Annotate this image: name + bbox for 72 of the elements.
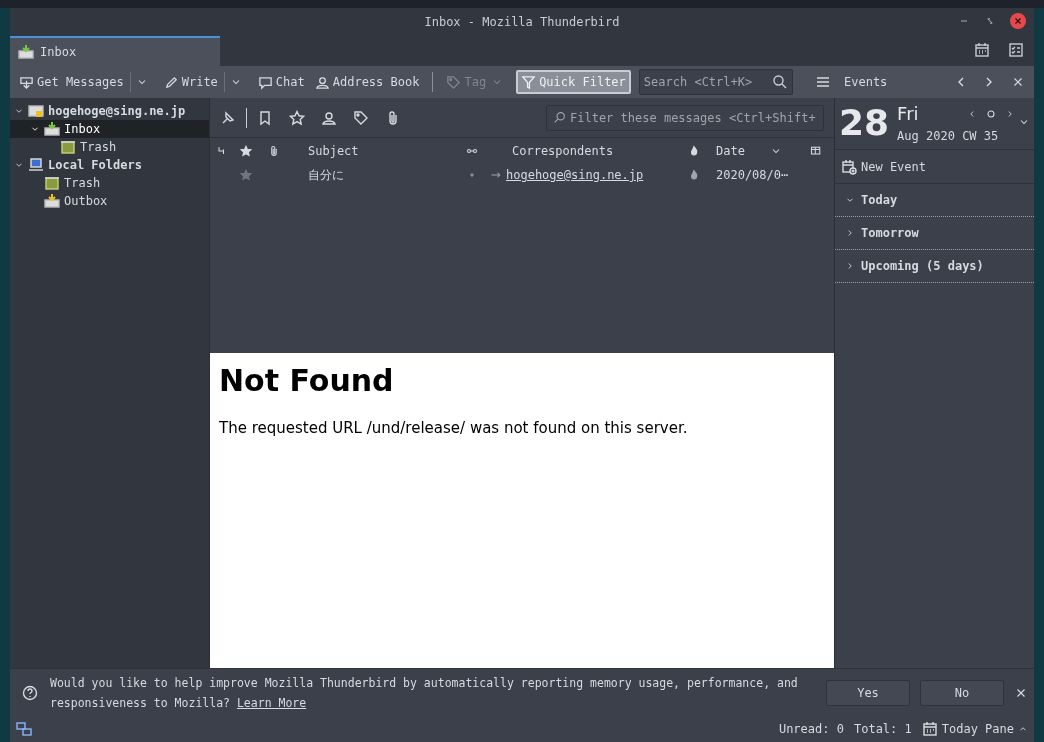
- search-icon: [553, 111, 566, 124]
- agenda-section[interactable]: Tomorrow: [835, 217, 1034, 250]
- folder-item[interactable]: Local Folders: [10, 156, 209, 174]
- agenda-section[interactable]: Upcoming (5 days): [835, 250, 1034, 283]
- date-cell-text: 2020/08/0⋯: [716, 167, 789, 184]
- learn-more-link[interactable]: Learn More: [236, 695, 307, 710]
- toolbar-button[interactable]: Address Book: [311, 70, 423, 94]
- notification-text: Would you like to help improve Mozilla Thunderbird by automatically reporting memory usage, performance, and responsiveness to Mozilla? Learn More: [50, 674, 799, 712]
- agenda-section[interactable]: Today: [835, 184, 1034, 217]
- outbox-icon: [44, 193, 60, 209]
- toolbar-button[interactable]: Chat: [254, 70, 308, 94]
- tasks-icon[interactable]: [1008, 42, 1024, 58]
- folder-item[interactable]: hogehoge@sing.ne.jp: [10, 102, 209, 120]
- search-field[interactable]: Search <Ctrl+K>: [638, 69, 793, 95]
- contact-icon[interactable]: [321, 109, 337, 126]
- window-title: Inbox - Mozilla Thunderbird: [424, 14, 620, 31]
- total-count: Total: 1: [853, 721, 912, 738]
- day-number: 28: [839, 104, 890, 142]
- calendar-icon: [921, 721, 938, 737]
- filter-placeholder: Filter these messages <Ctrl+Shift+: [570, 109, 816, 127]
- star-icon[interactable]: [240, 169, 252, 181]
- folder-item[interactable]: Trash: [10, 138, 209, 156]
- menu-icon[interactable]: [814, 74, 831, 90]
- tag-icon: [446, 74, 462, 90]
- weekday: Fri: [897, 104, 920, 124]
- tag-icon[interactable]: [353, 109, 369, 126]
- pencil-icon: [163, 74, 179, 90]
- toolbar-button[interactable]: Get Messages: [16, 70, 151, 94]
- notification-button[interactable]: Yes: [826, 679, 910, 706]
- tab[interactable]: Inbox: [10, 36, 220, 66]
- folder-item[interactable]: Trash: [10, 174, 209, 192]
- inbox-icon: [18, 44, 34, 60]
- search-icon: [771, 74, 788, 90]
- new-event-button[interactable]: New Event: [835, 150, 1034, 184]
- column-header[interactable]: Date: [716, 142, 745, 160]
- close-button[interactable]: [1010, 13, 1026, 29]
- close-icon: [1013, 16, 1023, 26]
- calendar-icon[interactable]: [974, 42, 990, 58]
- help-icon: [22, 684, 38, 701]
- page-message: The requested URL /und/release/ was not found on this server.: [219, 418, 689, 439]
- folder-item[interactable]: Outbox: [10, 192, 209, 210]
- calendar-add-icon: [841, 158, 857, 175]
- trash-icon: [44, 175, 60, 191]
- paperclip-icon[interactable]: [268, 145, 280, 157]
- filter-field[interactable]: Filter these messages <Ctrl+Shift+: [546, 104, 824, 131]
- pane-title: Events: [844, 74, 889, 91]
- notification-button[interactable]: No: [920, 679, 1004, 706]
- folder-item[interactable]: Inbox: [10, 120, 209, 138]
- subject-cell-text: 自分に: [308, 167, 344, 184]
- filter-icon: [521, 74, 537, 90]
- correspondent-cell-text: hogehoge@sing.ne.jp: [506, 167, 644, 184]
- column-picker-icon[interactable]: [810, 145, 822, 157]
- search-placeholder: Search <Ctrl+K>: [643, 74, 753, 91]
- today-pane-button[interactable]: Today Pane: [921, 720, 1028, 738]
- contact-icon: [314, 74, 330, 90]
- inbox-icon: [44, 121, 60, 137]
- month-line: Aug 2020 CW 35: [897, 128, 1000, 145]
- dot-icon: [467, 170, 477, 180]
- trash-icon: [60, 139, 76, 155]
- mail-account-icon: [28, 103, 44, 119]
- column-header[interactable]: Correspondents: [512, 142, 614, 160]
- download-icon: [19, 74, 34, 90]
- speech-bubble-icon: [257, 74, 273, 90]
- network-icon[interactable]: [16, 721, 32, 737]
- page-heading: Not Found: [219, 362, 395, 400]
- toolbar-button[interactable]: Write: [160, 70, 245, 94]
- unread-count: Unread: 0: [778, 721, 844, 738]
- pin-icon[interactable]: [220, 109, 236, 126]
- bookmark-icon[interactable]: [257, 109, 273, 126]
- today-icon[interactable]: [985, 108, 998, 120]
- column-header[interactable]: Subject: [308, 142, 359, 160]
- computer-icon: [28, 157, 44, 173]
